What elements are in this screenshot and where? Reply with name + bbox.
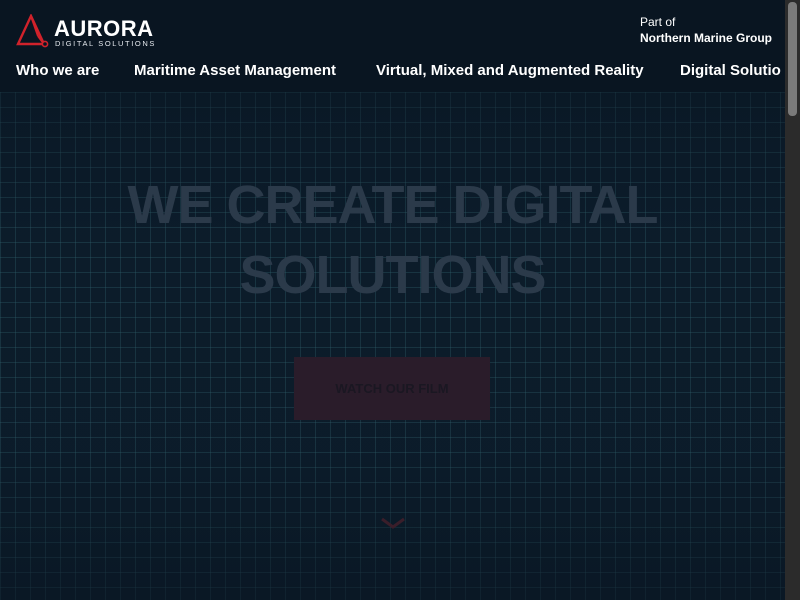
main-nav: Who we are Maritime Asset Management Vir…	[0, 60, 785, 82]
parent-group-link[interactable]: Northern Marine Group	[640, 30, 772, 46]
hero-headline-line2: SOLUTIONS	[239, 245, 546, 305]
triangle-logo-icon	[16, 14, 49, 48]
parent-group-prefix: Part of	[640, 15, 676, 29]
nav-item-maritime-asset-management[interactable]: Maritime Asset Management	[134, 62, 336, 79]
parent-group: Part of Northern Marine Group	[640, 14, 772, 46]
aurora-logo[interactable]: AURORA DIGITAL SOLUTIONS	[16, 14, 156, 50]
scrollbar-thumb[interactable]	[788, 2, 797, 116]
nav-item-virtual-mixed-augmented-reality[interactable]: Virtual, Mixed and Augmented Reality	[376, 62, 644, 79]
watch-our-film-button[interactable]: WATCH OUR FILM	[294, 357, 490, 420]
hero-headline: WE CREATE DIGITAL SOLUTIONS	[0, 170, 785, 310]
hero-headline-line1: WE CREATE DIGITAL	[127, 175, 659, 235]
chevron-down-icon[interactable]	[380, 516, 406, 535]
nav-item-who-we-are[interactable]: Who we are	[16, 62, 99, 79]
brand-tagline: DIGITAL SOLUTIONS	[55, 39, 156, 48]
site-header: AURORA DIGITAL SOLUTIONS Part of Norther…	[0, 0, 785, 92]
page-scrollbar[interactable]	[785, 0, 800, 600]
nav-item-digital-solutions[interactable]: Digital Solutio	[680, 62, 781, 79]
